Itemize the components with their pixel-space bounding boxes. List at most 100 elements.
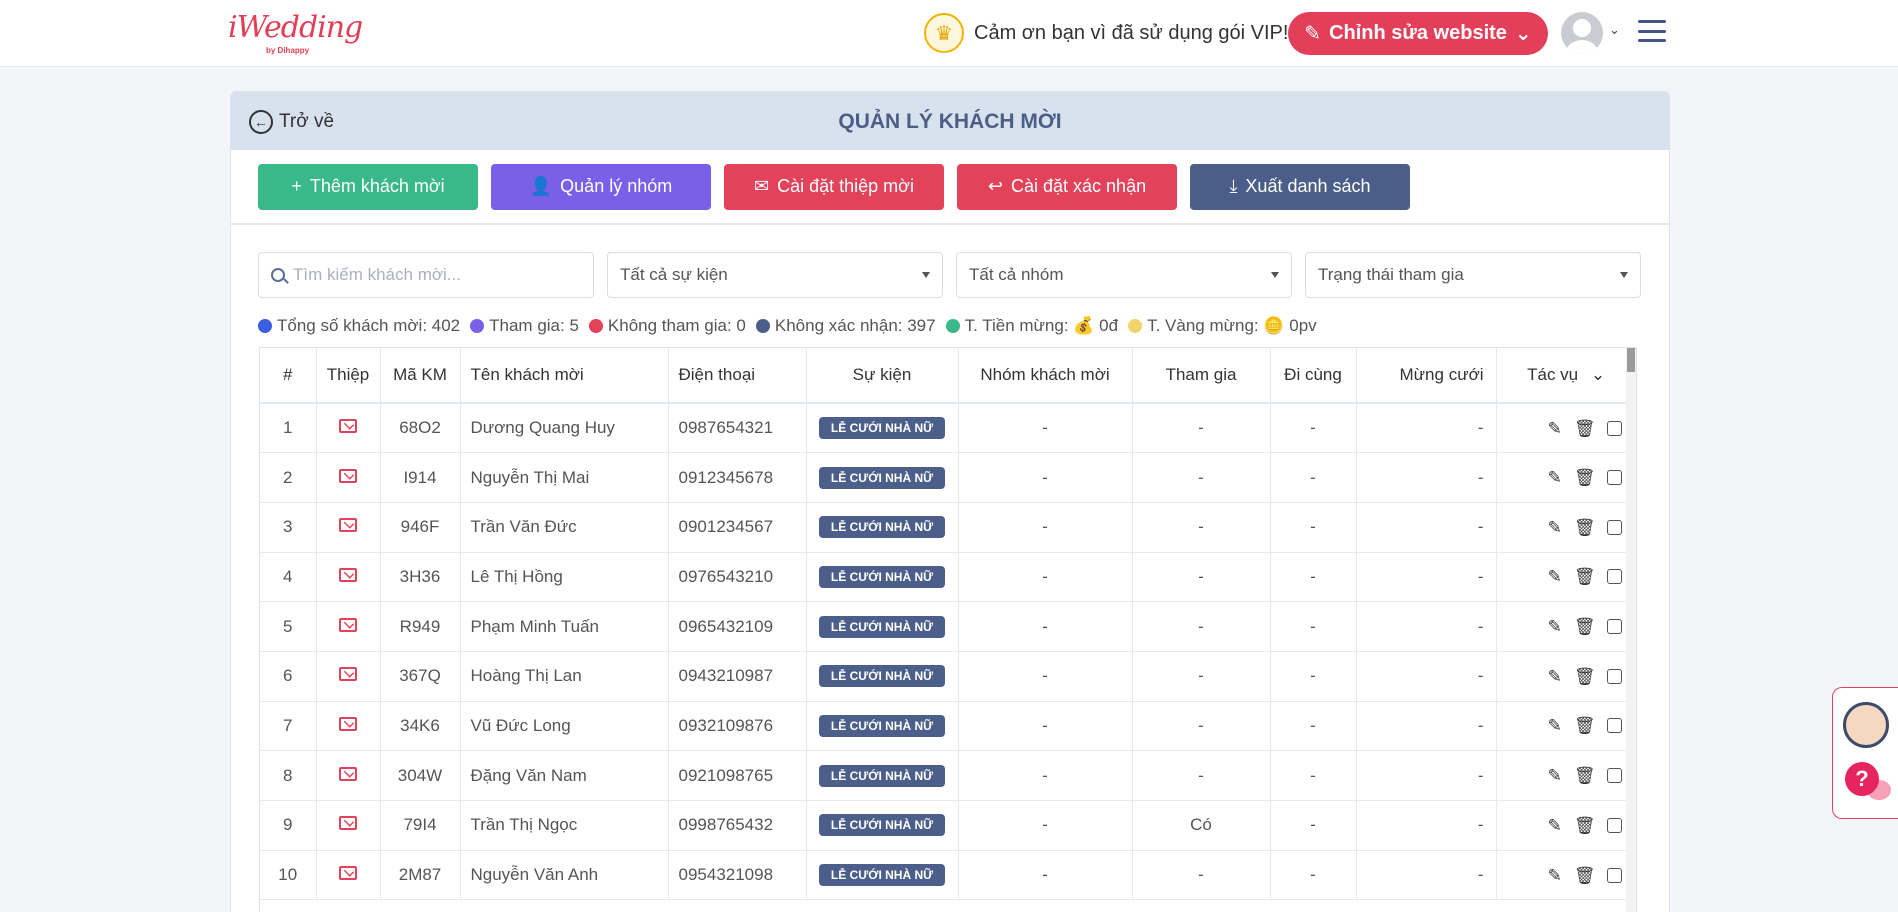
invitation-card-icon[interactable] (339, 518, 357, 533)
invitation-card-icon[interactable] (339, 766, 357, 781)
edit-pencil-icon[interactable]: ✎ (1548, 668, 1562, 685)
edit-pencil-icon[interactable]: ✎ (1548, 568, 1562, 585)
row-phone: 0965432109 (668, 601, 807, 652)
row-attend: - (1132, 750, 1271, 801)
row-with: - (1270, 403, 1357, 453)
row-card[interactable] (316, 552, 381, 602)
row-checkbox[interactable] (1607, 569, 1623, 585)
confirm-settings-button[interactable]: ↩ Cài đặt xác nhận (957, 163, 1177, 210)
action-header-label: Tác vụ (1527, 365, 1579, 384)
row-checkbox[interactable] (1607, 768, 1623, 784)
row-phone: 0987654321 (668, 403, 807, 453)
export-list-button[interactable]: ⤓ Xuất danh sách (1190, 163, 1410, 210)
row-checkbox[interactable] (1607, 470, 1623, 486)
guest-table: # Thiệp Mã KM Tên khách mời Điện thoại S… (259, 347, 1637, 912)
row-card[interactable] (316, 403, 381, 453)
invitation-card-icon[interactable] (339, 816, 357, 831)
trash-icon[interactable]: 🗑 (1574, 469, 1596, 486)
group-select[interactable]: Tất cả nhóm (956, 252, 1292, 298)
card-settings-label: Cài đặt thiệp mời (777, 176, 914, 196)
trash-icon[interactable]: 🗑 (1574, 519, 1596, 536)
status-select[interactable]: Trạng thái tham gia (1305, 252, 1641, 298)
edit-pencil-icon[interactable]: ✎ (1548, 420, 1562, 437)
logo-subtext: by Dihappy (266, 46, 310, 55)
trash-icon[interactable]: 🗑 (1574, 817, 1596, 834)
support-widget[interactable]: ? (1832, 687, 1898, 819)
edit-website-button[interactable]: ✎ Chỉnh sửa website ⌄ (1288, 12, 1548, 55)
help-question-icon[interactable]: ? (1845, 762, 1879, 796)
row-name: Nguyễn Văn Anh (460, 850, 669, 900)
row-phone: 0932109876 (668, 701, 807, 751)
row-phone: 0954321098 (668, 850, 807, 900)
row-group: - (958, 750, 1133, 801)
chevron-down-icon[interactable]: ⌄ (1591, 365, 1605, 384)
row-event: LỄ CƯỚI NHÀ NỮ (806, 502, 959, 553)
invitation-card-icon[interactable] (339, 419, 357, 434)
row-event: LỄ CƯỚI NHÀ NỮ (806, 701, 959, 751)
row-name: Phạm Minh Tuấn (460, 601, 669, 652)
trash-icon[interactable]: 🗑 (1574, 420, 1596, 437)
trash-icon[interactable]: 🗑 (1574, 668, 1596, 685)
row-num: 3 (260, 502, 317, 553)
row-card[interactable] (316, 850, 381, 900)
avatar-chevron-icon[interactable]: ⌄ (1609, 22, 1620, 38)
row-card[interactable] (316, 452, 381, 503)
edit-website-label: Chỉnh sửa website (1329, 22, 1507, 44)
row-checkbox[interactable] (1607, 619, 1623, 635)
row-card[interactable] (316, 502, 381, 553)
edit-pencil-icon[interactable]: ✎ (1548, 867, 1562, 884)
row-checkbox[interactable] (1607, 519, 1623, 535)
row-card[interactable] (316, 750, 381, 801)
row-checkbox[interactable] (1607, 867, 1623, 883)
edit-pencil-icon[interactable]: ✎ (1548, 519, 1562, 536)
trash-icon[interactable]: 🗑 (1574, 568, 1596, 585)
invitation-card-icon[interactable] (339, 468, 357, 483)
trash-icon[interactable]: 🗑 (1574, 717, 1596, 734)
row-card[interactable] (316, 701, 381, 751)
invitation-card-icon[interactable] (339, 567, 357, 582)
export-list-label: Xuất danh sách (1245, 176, 1371, 196)
trash-icon[interactable]: 🗑 (1574, 618, 1596, 635)
table-scrollbar[interactable] (1626, 348, 1636, 912)
row-card[interactable] (316, 651, 381, 702)
edit-pencil-icon[interactable]: ✎ (1548, 469, 1562, 486)
event-select[interactable]: Tất cả sự kiện (607, 252, 943, 298)
support-avatar-icon[interactable] (1843, 702, 1889, 748)
logo-text: iWedding (228, 10, 363, 45)
trash-icon[interactable]: 🗑 (1574, 767, 1596, 784)
row-name: Trần Thị Ngọc (460, 800, 669, 851)
row-num: 4 (260, 552, 317, 602)
row-with: - (1270, 800, 1357, 851)
row-checkbox[interactable] (1607, 420, 1623, 436)
trash-icon[interactable]: 🗑 (1574, 867, 1596, 884)
invitation-card-icon[interactable] (339, 866, 357, 881)
row-card[interactable] (316, 800, 381, 851)
search-input[interactable]: Tìm kiếm khách mời... (258, 252, 594, 298)
invitation-card-icon[interactable] (339, 617, 357, 632)
event-select-value: Tất cả sự kiện (620, 265, 728, 284)
row-checkbox[interactable] (1607, 817, 1623, 833)
card-settings-button[interactable]: ✉ Cài đặt thiệp mời (724, 163, 944, 210)
user-avatar[interactable] (1561, 12, 1603, 54)
row-event: LỄ CƯỚI NHÀ NỮ (806, 850, 959, 900)
row-attend: - (1132, 403, 1271, 453)
scroll-thumb[interactable] (1627, 348, 1635, 372)
row-checkbox[interactable] (1607, 668, 1623, 684)
group-select-value: Tất cả nhóm (969, 265, 1064, 284)
manage-groups-button[interactable]: 👤 Quản lý nhóm (491, 163, 711, 210)
col-action[interactable]: Tác vụ ⌄ (1496, 348, 1636, 403)
row-card[interactable] (316, 601, 381, 652)
row-gift: - (1356, 800, 1497, 851)
row-checkbox[interactable] (1607, 718, 1623, 734)
add-guest-button[interactable]: + Thêm khách mời (258, 163, 478, 210)
edit-pencil-icon[interactable]: ✎ (1548, 817, 1562, 834)
edit-pencil-icon[interactable]: ✎ (1548, 717, 1562, 734)
edit-pencil-icon[interactable]: ✎ (1548, 618, 1562, 635)
edit-pencil-icon[interactable]: ✎ (1548, 767, 1562, 784)
row-attend: - (1132, 452, 1271, 503)
invitation-card-icon[interactable] (339, 667, 357, 682)
invitation-card-icon[interactable] (339, 716, 357, 731)
hamburger-menu-icon[interactable] (1638, 20, 1666, 42)
app-logo[interactable]: iWedding by Dihappy (228, 10, 363, 55)
stat-total-text: Tổng số khách mời: 402 (277, 316, 461, 335)
